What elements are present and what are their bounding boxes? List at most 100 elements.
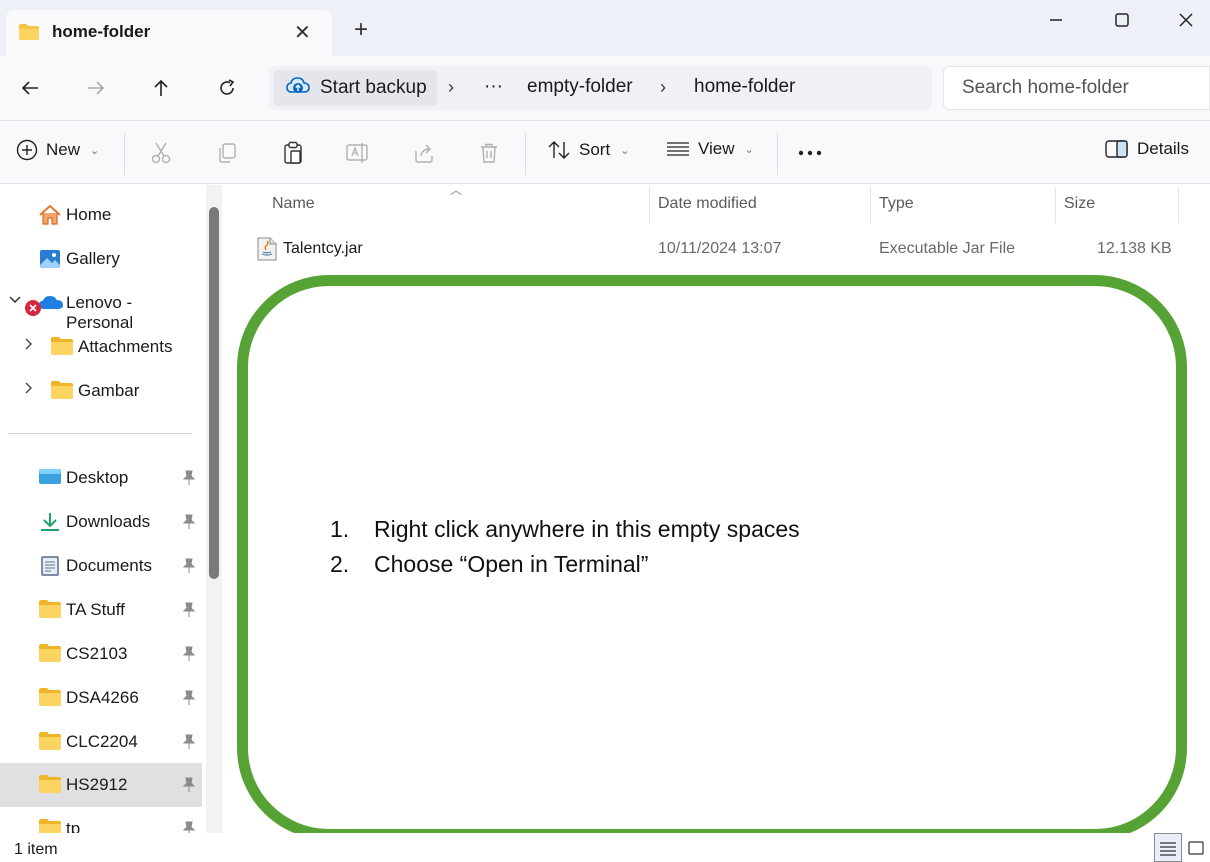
sidebar-item-gallery[interactable]: Gallery — [0, 237, 202, 281]
sidebar-item-lenovo-personal[interactable]: Lenovo - Personal — [0, 281, 202, 332]
minimize-icon[interactable] — [1036, 8, 1076, 32]
search-box[interactable] — [943, 66, 1210, 110]
pin-icon[interactable] — [182, 470, 196, 491]
back-arrow-icon[interactable] — [14, 72, 46, 104]
refresh-icon[interactable] — [211, 72, 243, 104]
sidebar-item-label: Attachments — [78, 337, 173, 356]
file-row[interactable]: Talentcy.jar 10/11/2024 13:07 Executable… — [252, 229, 1202, 269]
sidebar-item-ta-stuff[interactable]: TA Stuff — [0, 588, 202, 632]
chevron-down-icon[interactable] — [8, 293, 22, 310]
new-label: New — [46, 140, 81, 159]
cut-icon[interactable] — [147, 139, 175, 167]
start-backup-button[interactable]: Start backup — [274, 70, 437, 106]
desktop-icon — [38, 467, 61, 489]
step-number: 2. — [330, 551, 350, 577]
chevron-down-icon: ⌄ — [620, 144, 630, 157]
share-icon[interactable] — [410, 139, 438, 167]
close-window-icon[interactable] — [1166, 8, 1206, 32]
paste-icon[interactable] — [279, 139, 307, 167]
sidebar-item-gambar[interactable]: Gambar — [0, 369, 202, 413]
column-header-name[interactable]: Name — [272, 195, 315, 213]
details-view-button[interactable] — [1154, 833, 1182, 862]
java-jar-icon — [256, 237, 278, 266]
up-arrow-icon[interactable] — [145, 72, 177, 104]
pin-icon[interactable] — [182, 734, 196, 755]
step-text: Choose “Open in Terminal” — [374, 551, 649, 577]
maximize-icon[interactable] — [1102, 8, 1142, 32]
sidebar-item-cs2103[interactable]: CS2103 — [0, 632, 202, 676]
sidebar-item-home[interactable]: Home — [0, 193, 202, 237]
sidebar-item-attachments[interactable]: Attachments — [0, 325, 202, 369]
sidebar-item-label: CLC2204 — [66, 732, 138, 751]
column-separator[interactable] — [1178, 187, 1179, 223]
column-separator[interactable] — [1055, 187, 1056, 223]
view-list-icon — [667, 142, 689, 156]
file-name[interactable]: Talentcy.jar — [283, 240, 363, 258]
documents-icon — [40, 555, 62, 577]
pin-icon[interactable] — [182, 690, 196, 711]
breadcrumb-home-folder[interactable]: home-folder — [694, 76, 795, 98]
more-options-icon[interactable] — [796, 139, 824, 167]
column-header-type[interactable]: Type — [879, 195, 914, 213]
column-separator[interactable] — [870, 187, 871, 223]
start-backup-label: Start backup — [320, 77, 427, 98]
sidebar-item-label: TA Stuff — [66, 600, 125, 619]
sidebar-scrollbar-thumb[interactable] — [209, 207, 219, 579]
forward-arrow-icon[interactable] — [80, 72, 112, 104]
pin-icon[interactable] — [182, 558, 196, 579]
column-header-date-modified[interactable]: Date modified — [658, 195, 757, 213]
pin-icon[interactable] — [182, 602, 196, 623]
details-pane-button[interactable]: Details — [1105, 139, 1189, 159]
new-tab-icon[interactable]: + — [354, 18, 368, 42]
pin-icon[interactable] — [182, 514, 196, 535]
new-button[interactable]: New ⌄ — [16, 139, 99, 161]
breadcrumb-overflow[interactable]: ··· — [484, 76, 503, 98]
instruction-step-2: 2. Choose “Open in Terminal” — [330, 551, 648, 578]
column-header-size[interactable]: Size — [1064, 195, 1095, 213]
address-bar[interactable]: Start backup › ··· empty-folder › home-f… — [270, 66, 932, 110]
sidebar-item-dsa4266[interactable]: DSA4266 — [0, 676, 202, 720]
toolbar-divider — [124, 133, 125, 175]
instruction-step-1: 1. Right click anywhere in this empty spa… — [330, 516, 800, 543]
download-icon — [38, 511, 60, 533]
pin-icon[interactable] — [182, 646, 196, 667]
details-pane-icon — [1105, 140, 1128, 158]
details-label: Details — [1137, 139, 1189, 158]
rename-icon[interactable] — [344, 139, 372, 167]
chevron-right-icon[interactable] — [22, 337, 36, 354]
tab-title: home-folder — [52, 22, 151, 41]
chevron-right-icon[interactable] — [22, 381, 36, 398]
folder-icon — [38, 774, 61, 796]
sidebar-item-downloads[interactable]: Downloads — [0, 500, 202, 544]
breadcrumb-empty-folder[interactable]: empty-folder — [527, 76, 633, 98]
home-icon — [38, 204, 61, 226]
item-count: 1 item — [14, 841, 58, 858]
sidebar-item-label: Home — [66, 205, 112, 224]
step-text: Right click anywhere in this empty space… — [374, 516, 800, 542]
sidebar-item-label: Downloads — [66, 512, 151, 531]
sidebar-item-label: DSA4266 — [66, 688, 139, 707]
sidebar-item-label: Desktop — [66, 468, 129, 487]
pin-icon[interactable] — [182, 821, 196, 833]
sidebar-item-documents[interactable]: Documents — [0, 544, 202, 588]
delete-icon[interactable] — [475, 139, 503, 167]
sort-ascending-icon: ︿ — [450, 183, 463, 197]
view-button[interactable]: View ⌄ — [666, 139, 754, 159]
title-bar: home-folder ✕ + — [0, 0, 1210, 56]
column-separator[interactable] — [649, 187, 650, 223]
sort-button[interactable]: Sort ⌄ — [547, 139, 629, 161]
sidebar-item-clc2204[interactable]: CLC2204 — [0, 720, 202, 764]
copy-icon[interactable] — [213, 139, 241, 167]
search-input[interactable] — [962, 77, 1202, 99]
tab-home-folder[interactable]: home-folder ✕ — [6, 10, 332, 56]
sidebar-item-tp[interactable]: tp — [0, 807, 202, 833]
sidebar-item-hs2912[interactable]: HS2912 — [0, 763, 202, 807]
chevron-right-icon: › — [660, 77, 666, 97]
tiles-view-button[interactable] — [1182, 833, 1210, 862]
pin-icon[interactable] — [182, 777, 196, 798]
folder-icon — [50, 380, 73, 402]
sidebar-item-desktop[interactable]: Desktop — [0, 456, 202, 500]
file-date-modified: 10/11/2024 13:07 — [658, 240, 782, 257]
close-tab-icon[interactable]: ✕ — [294, 20, 311, 45]
sidebar-divider — [8, 433, 192, 434]
